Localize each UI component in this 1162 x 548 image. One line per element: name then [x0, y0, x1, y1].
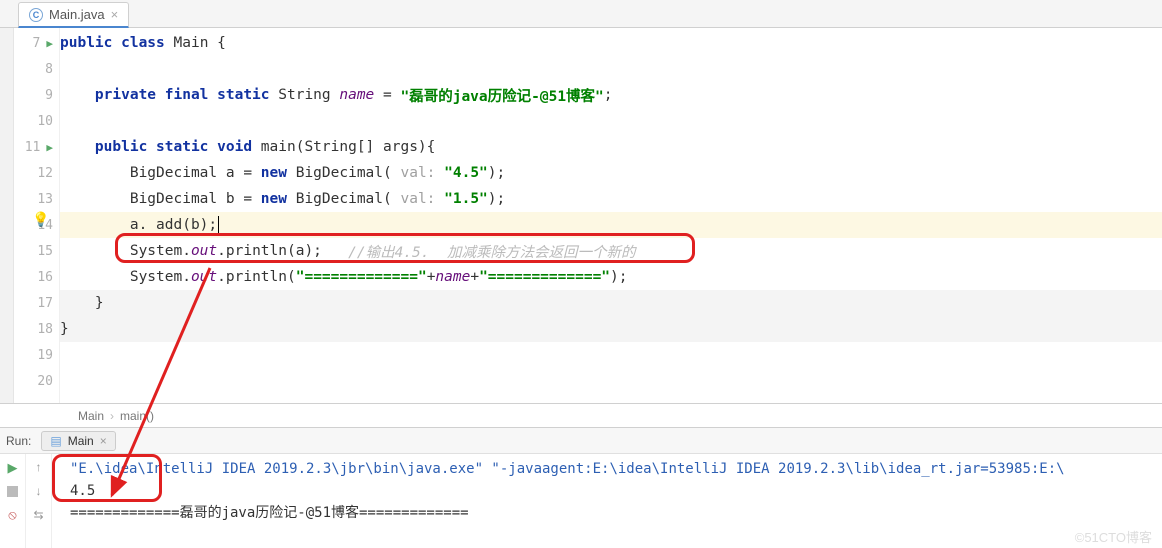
line-number: 9	[45, 88, 53, 103]
line-number: 16	[37, 270, 53, 285]
close-icon[interactable]: ×	[100, 434, 107, 448]
console-line: "E.\idea\IntelliJ IDEA 2019.2.3\jbr\bin\…	[70, 458, 1162, 480]
breadcrumb-item[interactable]: main()	[120, 409, 154, 423]
run-config-label: Main	[68, 434, 94, 448]
code-line: System.out.println("============="+name+…	[60, 264, 1162, 290]
code-line: BigDecimal a = new BigDecimal( val: "4.5…	[60, 160, 1162, 186]
code-line	[60, 108, 1162, 134]
line-number: 11	[25, 140, 41, 155]
chevron-right-icon: ›	[110, 409, 114, 423]
close-icon[interactable]: ×	[111, 8, 119, 21]
tab-filename: Main.java	[49, 7, 105, 22]
caret	[218, 216, 219, 234]
exit-icon[interactable]: ⦸	[8, 507, 16, 523]
run-tool-window: Run: ▤ Main × ▶ ⦸ ↑ ↓ ⇆ "E.\idea\Intelli…	[0, 428, 1162, 548]
line-number: 19	[37, 348, 53, 363]
code-area[interactable]: 💡 public class Main { private final stat…	[60, 28, 1162, 403]
code-line	[60, 368, 1162, 394]
editor-tabbar: C Main.java ×	[0, 0, 1162, 28]
code-line: System.out.println(a); //输出4.5. 加减乘除方法会返…	[60, 238, 1162, 264]
stop-icon[interactable]	[7, 486, 18, 497]
line-number: 15	[37, 244, 53, 259]
line-number: 8	[45, 62, 53, 77]
wrap-icon[interactable]: ⇆	[33, 508, 43, 522]
code-editor[interactable]: 7▶ 8 9 10 11▶ 12 13 14 15 16 17 18 19 20…	[0, 28, 1162, 404]
code-line: }	[60, 316, 1162, 342]
line-number: 13	[37, 192, 53, 207]
down-icon[interactable]: ↓	[36, 484, 42, 498]
editor-tab-main-java[interactable]: C Main.java ×	[18, 2, 129, 28]
line-number: 18	[37, 322, 53, 337]
line-number: 17	[37, 296, 53, 311]
code-line: }	[60, 290, 1162, 316]
console-line: =============磊哥的java历险记-@51博客===========…	[70, 502, 1162, 524]
run-config-tab[interactable]: ▤ Main ×	[41, 431, 115, 451]
watermark: ©51CTO博客	[1075, 527, 1152, 546]
run-gutter-icon[interactable]: ▶	[46, 141, 53, 154]
up-icon[interactable]: ↑	[36, 460, 42, 474]
code-line	[60, 342, 1162, 368]
code-line	[60, 56, 1162, 82]
breadcrumb-item[interactable]: Main	[78, 409, 104, 423]
run-gutter-icon[interactable]: ▶	[46, 37, 53, 50]
rerun-icon[interactable]: ▶	[8, 460, 18, 476]
line-number: 10	[37, 114, 53, 129]
run-config-icon: ▤	[50, 434, 61, 448]
breadcrumb: Main › main()	[0, 404, 1162, 428]
run-side-toolbar: ↑ ↓ ⇆	[26, 454, 52, 548]
line-number: 12	[37, 166, 53, 181]
console-line: 4.5	[70, 480, 1162, 502]
code-line: public class Main {	[60, 30, 1162, 56]
lightbulb-icon[interactable]: 💡	[32, 212, 49, 228]
console-output[interactable]: "E.\idea\IntelliJ IDEA 2019.2.3\jbr\bin\…	[52, 454, 1162, 548]
code-line: public static void main(String[] args){	[60, 134, 1162, 160]
code-line: private final static String name = "磊哥的j…	[60, 82, 1162, 108]
line-number: 20	[37, 374, 53, 389]
left-margin	[0, 28, 14, 403]
line-number: 7	[33, 36, 41, 51]
run-title: Run:	[6, 434, 31, 448]
code-line-current: a. add(b);	[60, 212, 1162, 238]
code-line: BigDecimal b = new BigDecimal( val: "1.5…	[60, 186, 1162, 212]
java-file-icon: C	[29, 8, 43, 22]
run-header: Run: ▤ Main ×	[0, 428, 1162, 454]
run-toolbar: ▶ ⦸	[0, 454, 26, 548]
